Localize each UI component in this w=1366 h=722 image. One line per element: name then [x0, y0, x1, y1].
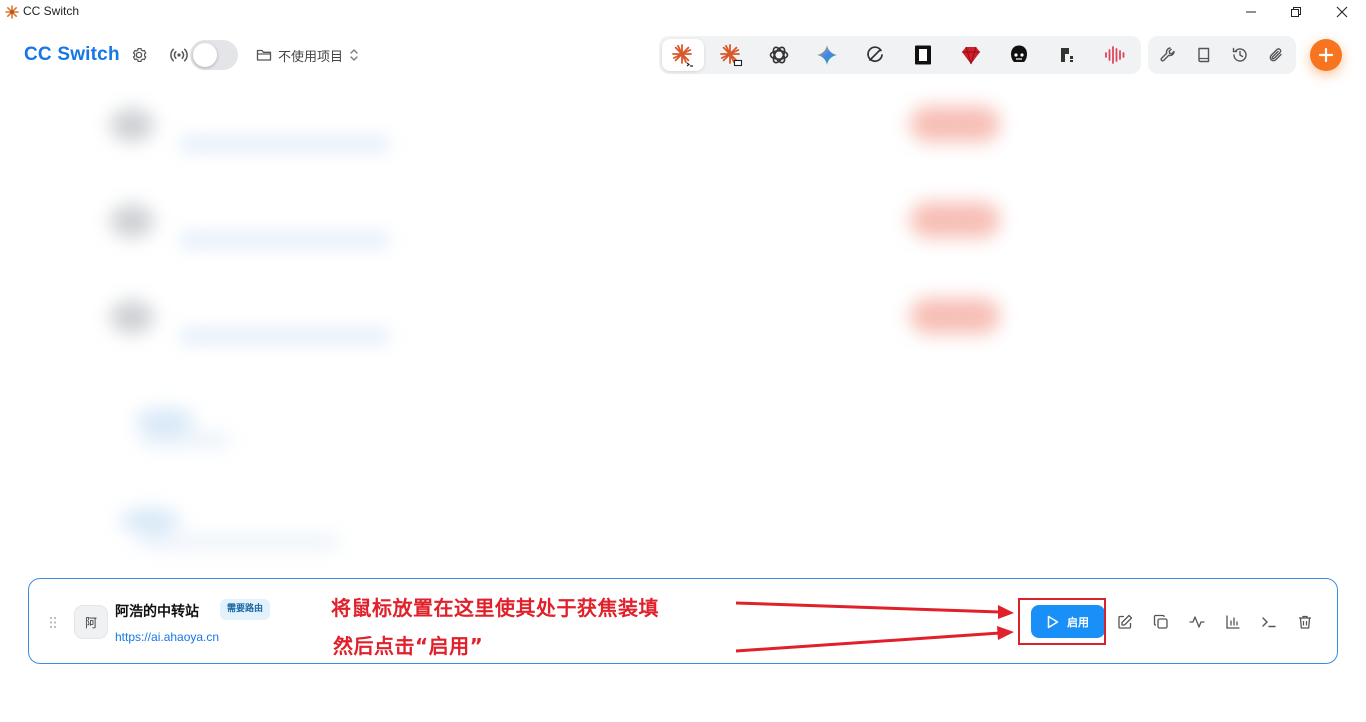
- proxy-toggle[interactable]: [190, 40, 238, 70]
- minimize-icon: [1246, 11, 1256, 13]
- blurred-line: [140, 434, 230, 446]
- terminal-icon: [1262, 617, 1276, 628]
- app-tabs: [659, 36, 1141, 74]
- close-button[interactable]: [1319, 0, 1365, 24]
- chevron-updown-icon: [350, 49, 358, 61]
- terminal-button[interactable]: [1259, 612, 1279, 632]
- provider-url-link[interactable]: https://ai.ahaoya.cn: [115, 630, 219, 644]
- delete-button[interactable]: [1295, 612, 1315, 632]
- blurred-avatar: [110, 204, 154, 238]
- edit-button[interactable]: [1115, 612, 1135, 632]
- restore-button[interactable]: [1273, 0, 1319, 24]
- red-gem-icon: [962, 46, 980, 65]
- claude-desktop-icon: [720, 44, 743, 67]
- brand-title: CC Switch: [24, 44, 120, 65]
- routing-badge: 需要路由: [220, 599, 271, 620]
- tab-claude-code[interactable]: [662, 39, 704, 71]
- broadcast-icon: [170, 48, 188, 62]
- attachments-button[interactable]: [1260, 39, 1292, 71]
- drag-handle-icon[interactable]: [49, 616, 57, 629]
- annotation-line-2: 然后点击“启用”: [333, 634, 484, 658]
- app-header: CC Switch 不使用项目: [0, 30, 1366, 82]
- blurred-provider-list: [30, 86, 1336, 566]
- history-icon: [1232, 47, 1247, 62]
- blurred-row: [30, 486, 1336, 572]
- restore-icon: [1291, 7, 1301, 17]
- paperclip-icon: [1269, 48, 1282, 62]
- app-logo-icon: [5, 5, 19, 19]
- settings-gear-icon[interactable]: [130, 46, 148, 64]
- blurred-avatar: [135, 408, 195, 434]
- wrench-icon: [1160, 47, 1175, 62]
- add-provider-button[interactable]: [1310, 39, 1342, 71]
- chart-icon: [1226, 615, 1240, 629]
- pulse-icon: [1189, 616, 1205, 628]
- provider-avatar: 阿: [74, 605, 108, 639]
- docs-button[interactable]: [1188, 39, 1220, 71]
- minimize-button[interactable]: [1228, 0, 1274, 24]
- blurred-line: [180, 330, 390, 342]
- project-select[interactable]: 不使用项目: [256, 45, 359, 65]
- annotation-line-1: 将鼠标放置在这里使其处于获焦装填: [331, 596, 659, 620]
- tab-pixel-app[interactable]: [1046, 39, 1088, 71]
- tab-cursor[interactable]: [902, 39, 944, 71]
- blurred-avatar: [120, 508, 180, 534]
- blurred-line: [180, 234, 390, 246]
- close-icon: [1336, 6, 1348, 18]
- window-titlebar: CC Switch: [0, 0, 1366, 26]
- tab-gemini[interactable]: [806, 39, 848, 71]
- tab-red-gem[interactable]: [950, 39, 992, 71]
- tab-claude-desktop[interactable]: [710, 39, 752, 71]
- provider-name: 阿浩的中转站: [115, 604, 199, 620]
- book-icon: [1198, 47, 1210, 63]
- plus-icon: [1318, 47, 1334, 63]
- audio-wave-icon: [1105, 46, 1125, 64]
- duplicate-button[interactable]: [1151, 612, 1171, 632]
- blurred-badge: [910, 298, 1000, 334]
- blurred-row: [30, 386, 1336, 472]
- openai-icon: [769, 46, 789, 64]
- tab-character[interactable]: [998, 39, 1040, 71]
- project-select-value: 不使用项目: [278, 49, 344, 65]
- gemini-sparkle-icon: [817, 45, 837, 65]
- window-title: CC Switch: [23, 4, 80, 18]
- tab-audio-wave[interactable]: [1094, 39, 1136, 71]
- blurred-row: [30, 182, 1336, 268]
- claude-code-icon: [672, 44, 693, 67]
- folder-icon: [256, 49, 272, 61]
- provider-card[interactable]: 阿 阿浩的中转站 需要路由 https://ai.ahaoya.cn 启用: [28, 578, 1338, 664]
- blurred-badge: [910, 106, 1000, 142]
- blurred-badge: [910, 202, 1000, 238]
- tool-group: [1148, 36, 1296, 74]
- blurred-row: [30, 86, 1336, 172]
- history-button[interactable]: [1224, 39, 1256, 71]
- character-face-icon: [1011, 45, 1027, 62]
- blurred-row: [30, 278, 1336, 364]
- trash-icon: [1299, 615, 1311, 629]
- cursor-icon: [915, 45, 931, 65]
- blurred-avatar: [110, 108, 154, 142]
- edit-icon: [1118, 614, 1133, 629]
- usage-button[interactable]: [1223, 612, 1243, 632]
- copy-icon: [1153, 614, 1168, 629]
- toggle-knob: [193, 43, 217, 67]
- annotation-highlight-box: [1018, 598, 1106, 645]
- tools-button[interactable]: [1152, 39, 1184, 71]
- tab-openai[interactable]: [758, 39, 800, 71]
- pixel-app-icon: [1061, 48, 1073, 62]
- tab-opencode[interactable]: [854, 39, 896, 71]
- opencode-icon: [867, 46, 883, 62]
- blurred-line: [180, 138, 390, 150]
- blurred-avatar: [110, 300, 154, 334]
- test-button[interactable]: [1187, 612, 1207, 632]
- blurred-line: [140, 536, 340, 548]
